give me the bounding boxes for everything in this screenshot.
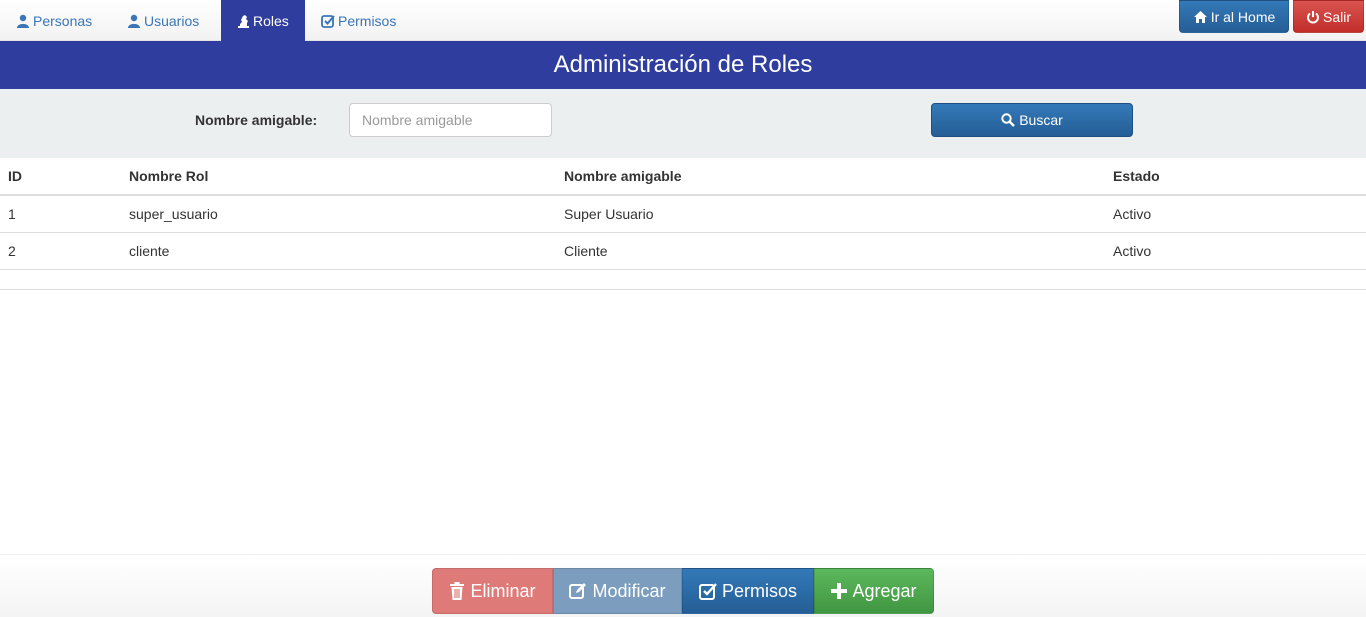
permissions-button[interactable]: Permisos bbox=[682, 568, 814, 614]
tab-roles[interactable]: Roles bbox=[221, 0, 305, 41]
plus-icon bbox=[831, 583, 848, 599]
page-title: Administración de Roles bbox=[553, 51, 813, 78]
cell-id: 1 bbox=[0, 195, 121, 233]
search-panel: Nombre amigable: Buscar bbox=[0, 89, 1366, 158]
tab-permisos[interactable]: Permisos bbox=[305, 0, 409, 41]
edit-icon bbox=[569, 582, 587, 600]
home-icon bbox=[1193, 10, 1208, 24]
tab-label: Usuarios bbox=[144, 12, 200, 29]
home-button-label: Ir al Home bbox=[1210, 8, 1276, 25]
action-button-group: Eliminar Modificar Permisos Agregar bbox=[432, 568, 934, 614]
add-button[interactable]: Agregar bbox=[814, 568, 934, 614]
home-button[interactable]: Ir al Home bbox=[1179, 0, 1289, 33]
tab-personas[interactable]: Personas bbox=[0, 0, 111, 41]
edit-button-label: Modificar bbox=[592, 580, 666, 601]
permissions-button-label: Permisos bbox=[721, 580, 797, 601]
action-bar: Eliminar Modificar Permisos Agregar bbox=[0, 554, 1366, 617]
user-icon bbox=[127, 14, 141, 28]
search-button-label: Buscar bbox=[1019, 112, 1063, 128]
table-header-row: ID Nombre Rol Nombre amigable Estado bbox=[0, 158, 1366, 196]
user-icon bbox=[16, 14, 30, 28]
cell-estado: Activo bbox=[1105, 232, 1366, 270]
search-label: Nombre amigable: bbox=[195, 112, 318, 128]
cell-nombre-amigable: Super Usuario bbox=[556, 195, 1105, 233]
roles-table: ID Nombre Rol Nombre amigable Estado 1 s… bbox=[0, 158, 1366, 290]
column-header-nombre-rol[interactable]: Nombre Rol bbox=[121, 158, 556, 196]
search-button[interactable]: Buscar bbox=[931, 103, 1133, 137]
tab-label: Permisos bbox=[338, 12, 397, 29]
tab-label: Personas bbox=[33, 12, 93, 29]
page-header: Administración de Roles bbox=[0, 41, 1366, 89]
trash-icon bbox=[449, 582, 465, 600]
cell-nombre-rol: super_usuario bbox=[121, 195, 556, 233]
delete-button[interactable]: Eliminar bbox=[432, 568, 553, 614]
table-row[interactable]: 1 super_usuario Super Usuario Activo bbox=[0, 195, 1366, 233]
add-button-label: Agregar bbox=[852, 580, 917, 601]
table-row[interactable]: 2 cliente Cliente Activo bbox=[0, 232, 1366, 270]
logout-button[interactable]: Salir bbox=[1293, 0, 1364, 33]
tab-label: Roles bbox=[253, 12, 289, 29]
column-header-nombre-amigable[interactable]: Nombre amigable bbox=[556, 158, 1105, 196]
edit-button[interactable]: Modificar bbox=[553, 568, 682, 614]
column-header-estado[interactable]: Estado bbox=[1105, 158, 1366, 196]
search-icon bbox=[1001, 113, 1016, 127]
cell-nombre-amigable: Cliente bbox=[556, 232, 1105, 270]
table-spacer-row bbox=[0, 269, 1366, 290]
logout-button-label: Salir bbox=[1322, 8, 1351, 25]
check-square-icon bbox=[321, 14, 335, 28]
cell-id: 2 bbox=[0, 232, 121, 270]
chess-knight-icon bbox=[237, 14, 250, 28]
column-header-id[interactable]: ID bbox=[0, 158, 121, 196]
cell-nombre-rol: cliente bbox=[121, 232, 556, 270]
search-input[interactable] bbox=[349, 103, 552, 137]
tab-usuarios[interactable]: Usuarios bbox=[111, 0, 221, 41]
top-navbar: Personas Usuarios Roles Permisos Ir al H… bbox=[0, 0, 1366, 41]
check-square-icon bbox=[698, 582, 717, 600]
power-icon bbox=[1306, 10, 1320, 24]
delete-button-label: Eliminar bbox=[470, 580, 536, 601]
nav-tabs: Personas Usuarios Roles Permisos bbox=[0, 0, 409, 41]
cell-estado: Activo bbox=[1105, 195, 1366, 233]
